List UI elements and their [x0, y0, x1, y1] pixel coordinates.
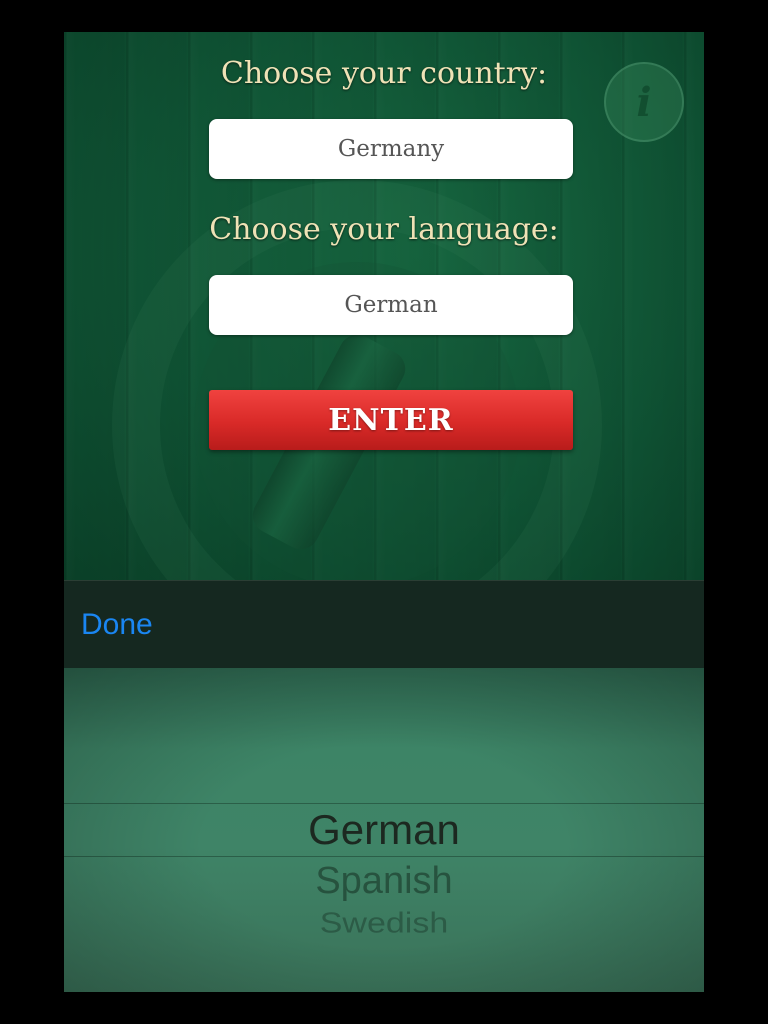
country-label: Choose your country: — [220, 56, 548, 91]
picker-option[interactable]: Spanish — [64, 860, 704, 903]
picker-option-selected[interactable]: German — [64, 806, 704, 854]
picker-selection-top-line — [64, 803, 704, 804]
app-screen: i Choose your country: Germany Choose yo… — [64, 32, 704, 992]
picker-option[interactable]: Swedish — [64, 907, 704, 940]
language-picker[interactable]: German Spanish Swedish — [64, 668, 704, 992]
enter-button[interactable]: ENTER — [209, 390, 573, 450]
language-label: Choose your language: — [209, 212, 559, 247]
language-field[interactable]: German — [209, 275, 573, 335]
picker-selection-bottom-line — [64, 856, 704, 857]
background: i Choose your country: Germany Choose yo… — [64, 32, 704, 580]
picker-toolbar: Done — [64, 580, 704, 669]
country-field[interactable]: Germany — [209, 119, 573, 179]
done-button[interactable]: Done — [81, 608, 153, 642]
